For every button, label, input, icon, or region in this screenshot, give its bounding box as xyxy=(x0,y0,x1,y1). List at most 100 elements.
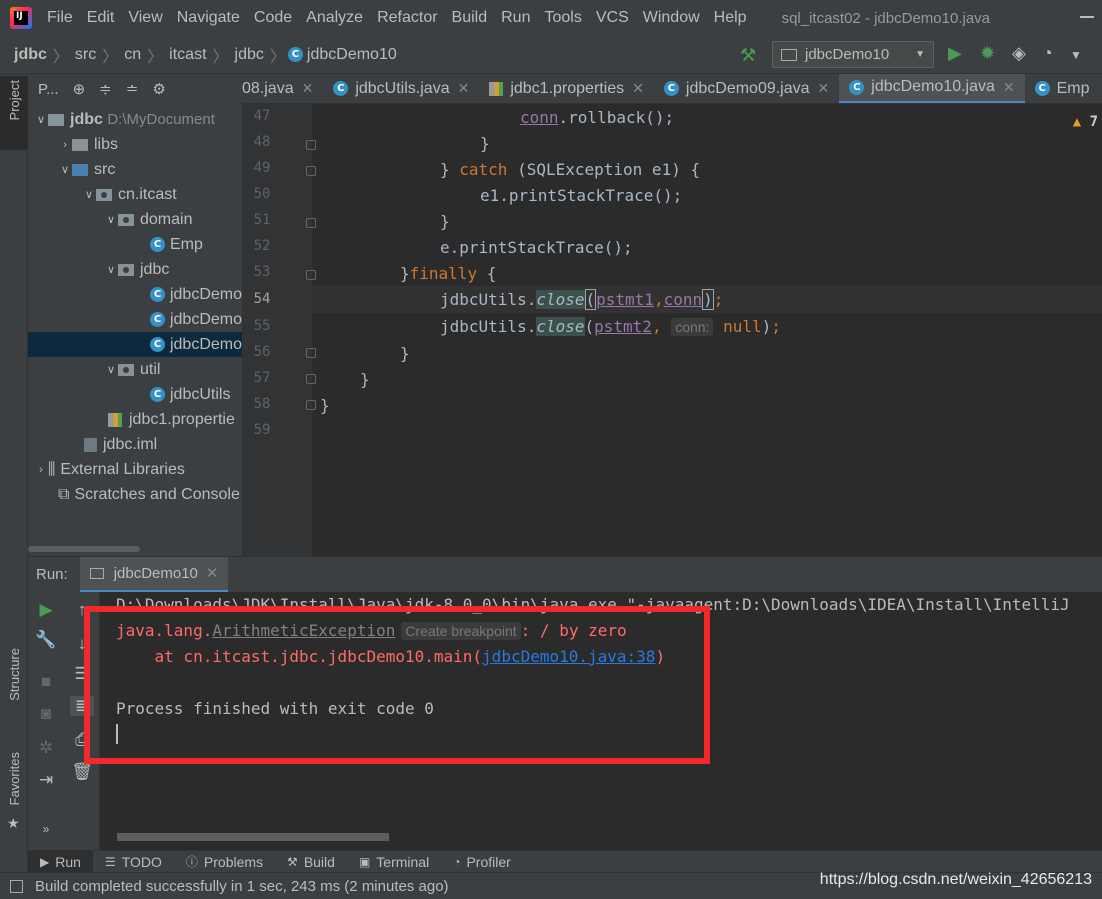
tree-item-jdbc1-properties[interactable]: jdbc1.propertie xyxy=(28,407,242,432)
tool-todo[interactable]: ☰ TODO xyxy=(93,851,174,873)
menu-window[interactable]: Window xyxy=(636,9,707,27)
more-icon[interactable]: ▼ xyxy=(1070,48,1082,62)
tree-item-src[interactable]: ∨ src xyxy=(28,157,242,182)
tree-item-cn-itcast[interactable]: ∨ cn.itcast xyxy=(28,182,242,207)
tree-item-domain[interactable]: ∨ domain xyxy=(28,207,242,232)
structure-tab-label[interactable]: Structure xyxy=(7,648,22,701)
stop-icon[interactable]: ■ xyxy=(28,672,64,692)
tree-item-jdbcdemo[interactable]: CjdbcDemo xyxy=(28,307,242,332)
exit-icon[interactable]: ⇥ xyxy=(28,770,64,790)
fold-marker-icon[interactable] xyxy=(306,374,316,384)
menu-help[interactable]: Help xyxy=(707,9,754,27)
rerun-icon[interactable]: ▶ xyxy=(28,600,64,620)
tree-item-emp[interactable]: C Emp xyxy=(28,232,242,257)
tree-item-scratches[interactable]: ⧉ Scratches and Console xyxy=(28,482,242,507)
tab-jdbcdemo10[interactable]: CjdbcDemo10.java ✕ xyxy=(839,74,1025,103)
code-token: pstmt2 xyxy=(594,317,652,336)
tree-item-jdbcdemo[interactable]: CjdbcDemo xyxy=(28,282,242,307)
close-icon[interactable]: ✕ xyxy=(632,80,644,97)
tab-jdbcutils[interactable]: CjdbcUtils.java ✕ xyxy=(323,74,479,103)
fold-marker-icon[interactable] xyxy=(306,270,316,280)
project-panel-title[interactable]: P... xyxy=(38,81,59,98)
class-icon: C xyxy=(150,237,165,252)
favorites-tab-label[interactable]: Favorites xyxy=(7,752,22,805)
menu-code[interactable]: Code xyxy=(247,9,299,27)
tool-build[interactable]: ⚒ Build xyxy=(275,851,347,873)
profiler-icon: ◔ xyxy=(453,854,461,869)
tree-item-jdbcdemo-selected[interactable]: CjdbcDemo xyxy=(28,332,242,357)
breadcrumb-item[interactable]: cn xyxy=(120,46,145,64)
code-token: } xyxy=(440,160,460,179)
tree-item-jdbc-module[interactable]: ∨ jdbc D:\MyDocument xyxy=(28,107,242,132)
wrench-icon[interactable]: 🔧 xyxy=(28,630,64,650)
breadcrumb-item[interactable]: src xyxy=(71,46,100,64)
breadcrumb-item[interactable]: itcast xyxy=(165,46,210,64)
tool-profiler[interactable]: ◔ Profiler xyxy=(441,851,523,873)
menu-file[interactable]: File xyxy=(40,9,80,27)
close-icon[interactable]: ✕ xyxy=(302,80,314,97)
breadcrumb-item[interactable]: jdbcDemo10 xyxy=(303,46,401,64)
breadcrumb-item[interactable]: jdbc xyxy=(10,46,51,64)
more-icon[interactable]: » xyxy=(28,822,64,836)
close-icon[interactable]: ✕ xyxy=(1003,79,1015,96)
tab-run-jdbcdemo10[interactable]: jdbcDemo10 ✕ xyxy=(79,556,229,593)
project-scrollbar[interactable] xyxy=(28,546,140,552)
tree-item-external-libraries[interactable]: › ⫼ External Libraries xyxy=(28,457,242,482)
build-hammer-icon[interactable]: ⚒ xyxy=(740,45,756,66)
tab-emp[interactable]: C Emp xyxy=(1025,74,1100,103)
tree-label: Scratches and Console xyxy=(74,485,240,503)
tool-terminal[interactable]: ▣ Terminal xyxy=(347,851,441,873)
run-icon[interactable]: ▶ xyxy=(948,43,962,64)
tool-problems[interactable]: ⓘ Problems xyxy=(174,851,275,873)
close-icon[interactable]: ✕ xyxy=(818,80,830,97)
menu-tools[interactable]: Tools xyxy=(537,9,588,27)
profiler-icon[interactable]: ◔ xyxy=(1042,43,1053,64)
fold-marker-icon[interactable] xyxy=(306,166,316,176)
close-icon[interactable]: ✕ xyxy=(458,80,470,97)
fold-marker-icon[interactable] xyxy=(306,400,316,410)
tool-run[interactable]: ▶ Run xyxy=(28,850,93,873)
menu-edit[interactable]: Edit xyxy=(80,9,122,27)
gear-icon[interactable]: ⚙ xyxy=(152,80,165,98)
menu-run[interactable]: Run xyxy=(494,9,537,27)
close-icon[interactable]: ✕ xyxy=(206,564,219,582)
tab-08-java[interactable]: 08.java ✕ xyxy=(242,74,323,103)
warning-indicator[interactable]: ▲ 7 xyxy=(1073,114,1098,130)
tree-item-util[interactable]: ∨ util xyxy=(28,357,242,382)
minimize-icon[interactable] xyxy=(1080,16,1094,18)
status-message[interactable]: Build completed successfully in 1 sec, 2… xyxy=(35,878,449,895)
tab-jdbcdemo09[interactable]: CjdbcDemo09.java ✕ xyxy=(654,74,839,103)
menu-build[interactable]: Build xyxy=(445,9,495,27)
menu-refactor[interactable]: Refactor xyxy=(370,9,444,27)
breadcrumb-item[interactable]: jdbc xyxy=(231,46,268,64)
expand-all-icon[interactable]: ≑ xyxy=(99,80,112,98)
fold-marker-icon[interactable] xyxy=(306,218,316,228)
properties-file-icon xyxy=(489,81,504,96)
tree-item-jdbc-iml[interactable]: jdbc.iml xyxy=(28,432,242,457)
trash-icon[interactable]: 🗑 xyxy=(64,762,100,782)
fold-marker-icon[interactable] xyxy=(306,140,316,150)
fold-marker-icon[interactable] xyxy=(306,348,316,358)
camera-icon[interactable]: ◙ xyxy=(28,704,64,724)
debug-icon[interactable]: ✹ xyxy=(980,43,995,64)
chevron-down-icon: ∨ xyxy=(60,164,70,176)
run-config-select[interactable]: jdbcDemo10 ▼ xyxy=(772,41,934,68)
console-scrollbar[interactable] xyxy=(117,833,389,841)
code-token: { xyxy=(477,264,497,283)
code-editor[interactable]: 47 48 49 50 51 52 53 54 55 56 57 58 59 c… xyxy=(242,104,1102,556)
menu-analyze[interactable]: Analyze xyxy=(299,9,370,27)
toggle-tool-windows-icon[interactable] xyxy=(10,879,23,893)
collapse-all-icon[interactable]: ≐ xyxy=(126,80,139,98)
tree-item-jdbcutils[interactable]: CjdbcUtils xyxy=(28,382,242,407)
star-icon[interactable]: ★ xyxy=(7,815,20,832)
menu-navigate[interactable]: Navigate xyxy=(170,9,247,27)
menu-view[interactable]: View xyxy=(121,9,169,27)
tab-project[interactable]: Project xyxy=(0,76,28,150)
restore-icon[interactable]: ✲ xyxy=(28,738,64,758)
menu-vcs[interactable]: VCS xyxy=(589,9,636,27)
locate-icon[interactable]: ⊕ xyxy=(73,80,86,98)
tree-item-jdbc-package[interactable]: ∨ jdbc xyxy=(28,257,242,282)
coverage-icon[interactable]: ◈ xyxy=(1012,43,1026,64)
tree-item-libs[interactable]: › libs xyxy=(28,132,242,157)
tab-jdbc1-properties[interactable]: jdbc1.properties ✕ xyxy=(479,74,654,103)
